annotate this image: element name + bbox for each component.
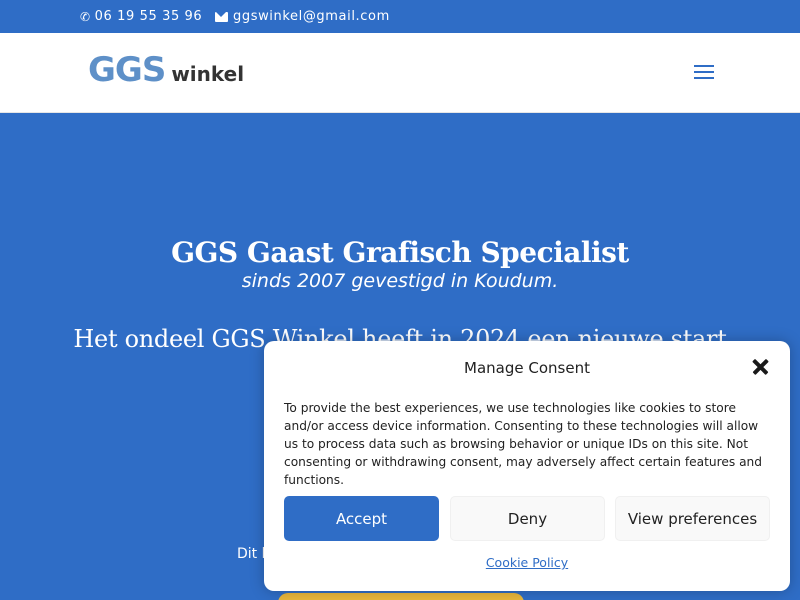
site-logo[interactable]: GGS winkel <box>88 50 244 90</box>
menu-bar-line <box>694 71 714 73</box>
consent-dialog: Manage Consent To provide the best exper… <box>264 341 790 591</box>
menu-bar-line <box>694 65 714 67</box>
view-preferences-button[interactable]: View preferences <box>615 496 770 541</box>
hero-cta-button[interactable] <box>278 593 524 600</box>
close-icon[interactable] <box>750 357 770 377</box>
phone-icon: ✆ <box>80 9 91 24</box>
consent-message: To provide the best experiences, we use … <box>284 401 763 487</box>
hero-title: GGS Gaast Grafisch Specialist <box>171 236 629 269</box>
site-header: GGS winkel <box>0 33 800 113</box>
consent-title: Manage Consent <box>464 359 590 377</box>
deny-button[interactable]: Deny <box>450 496 605 541</box>
logo-ggs-text: GGS <box>88 50 166 90</box>
accept-button[interactable]: Accept <box>284 496 439 541</box>
menu-bar-line <box>694 77 714 79</box>
hamburger-menu-icon[interactable] <box>694 65 714 79</box>
email-address: ggswinkel@gmail.com <box>233 9 390 24</box>
mail-icon <box>215 11 228 22</box>
cookie-policy-link[interactable]: Cookie Policy <box>264 555 790 570</box>
hero-subtitle: sinds 2007 gevestigd in Koudum. <box>241 270 559 292</box>
phone-number: 06 19 55 35 96 <box>94 9 203 24</box>
email-link[interactable]: ggswinkel@gmail.com <box>215 9 390 24</box>
phone-link[interactable]: ✆ 06 19 55 35 96 <box>80 9 202 24</box>
logo-winkel-text: winkel <box>171 62 245 86</box>
top-bar: ✆ 06 19 55 35 96 ggswinkel@gmail.com <box>0 0 800 33</box>
